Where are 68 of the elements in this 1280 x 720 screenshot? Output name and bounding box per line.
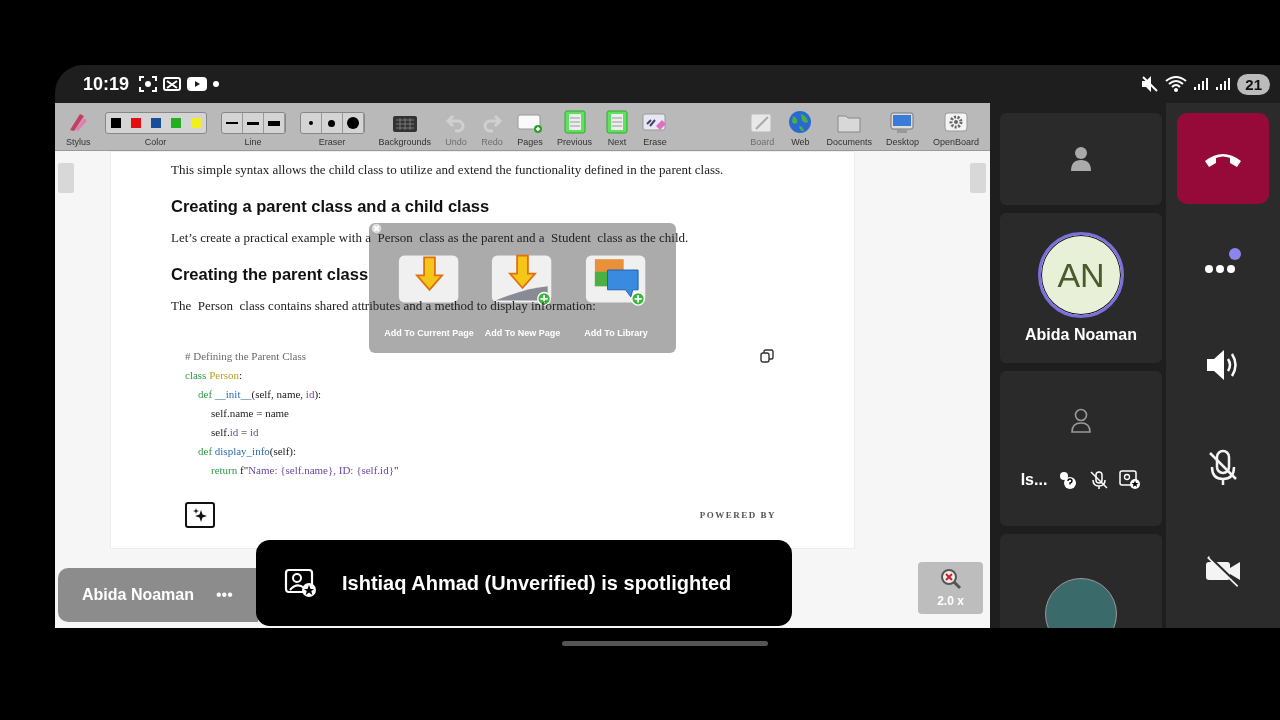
sparkle-button[interactable] — [185, 502, 215, 528]
toolbar-button[interactable]: Erase — [635, 103, 676, 150]
participant-tile[interactable]: AN Abida Noaman — [1000, 213, 1162, 363]
toolbar-button[interactable]: Desktop — [878, 103, 926, 150]
toolbar-button[interactable]: Previous — [550, 103, 600, 150]
folder-icon — [837, 112, 862, 134]
zoom-icon — [939, 568, 962, 590]
participant-tile[interactable] — [1000, 113, 1162, 205]
new-page-icon — [517, 112, 544, 134]
color-swatch[interactable] — [190, 118, 201, 128]
mute-icon — [1141, 75, 1160, 93]
participant-tile[interactable]: Is... — [1000, 371, 1162, 526]
mic-off-icon — [1089, 469, 1110, 490]
signal-icon — [1215, 76, 1232, 92]
screenshot-icon — [139, 76, 158, 92]
code-line: def display_info(self): — [198, 444, 297, 459]
signal-icon — [1193, 76, 1210, 92]
dot-icon — [213, 81, 220, 87]
toolbar-button[interactable]: Next — [599, 103, 636, 150]
eraser-icon — [642, 112, 669, 134]
toolbar-button[interactable]: Color — [97, 103, 214, 150]
toolbar-button[interactable]: OpenBoard — [925, 103, 986, 150]
section-heading: Creating a parent class and a child class — [171, 197, 491, 216]
section-heading: Creating the parent class — [171, 265, 370, 284]
toast-message: Ishtiaq Ahmad (Unverified) is spotlighted — [342, 571, 732, 595]
color-picker[interactable] — [104, 112, 207, 134]
person-icon — [1070, 146, 1092, 172]
participant-name: Is... — [1020, 470, 1048, 489]
globe-icon — [788, 110, 813, 134]
copy-icon[interactable] — [760, 349, 774, 363]
code-line: return f"Name: {self.name}, ID: {self.id}" — [211, 463, 399, 478]
page-icon — [606, 110, 629, 134]
speaker-name: Abida Noaman — [82, 586, 194, 604]
code-line: class Person: — [185, 368, 243, 383]
powered-by-label: POWERED BY — [699, 510, 776, 520]
toolbar-button[interactable]: Documents — [819, 103, 879, 150]
wifi-icon — [1165, 75, 1188, 93]
code-line: self.id = id — [211, 425, 259, 440]
toolbar-button[interactable]: Line — [213, 103, 293, 150]
gear-icon — [943, 112, 968, 134]
person-outline-icon — [1070, 407, 1092, 434]
color-swatch[interactable] — [170, 118, 181, 128]
toolbar-button[interactable]: Backgrounds — [371, 103, 439, 150]
color-swatch[interactable] — [130, 118, 141, 128]
video-play-icon — [187, 77, 208, 91]
code-line: # Defining the Parent Class — [185, 349, 306, 364]
eraser-size-picker[interactable] — [299, 112, 365, 134]
toolbar-button[interactable]: Eraser — [292, 103, 372, 150]
spotlight-icon — [1119, 469, 1142, 490]
color-swatch[interactable] — [110, 118, 121, 128]
code-line: def __init__(self, name, id): — [198, 387, 322, 402]
toolbar-button[interactable]: Pages — [510, 103, 551, 150]
spotlight-icon — [284, 568, 318, 598]
paragraph: This simple syntax allows the child class to utilize and extend the functionality defined in the parent class. — [171, 162, 724, 177]
line-width-picker[interactable] — [220, 112, 286, 134]
participant-tile[interactable] — [1000, 534, 1162, 628]
participant-name: Abida Noaman — [1025, 326, 1137, 344]
toolbar-button[interactable]: Web — [781, 103, 820, 150]
monitor-icon — [890, 112, 915, 134]
code-line: self.name = name — [211, 406, 289, 421]
battery-level: 21 — [1237, 73, 1270, 95]
initials-avatar: AN — [1038, 232, 1124, 318]
clock: 10:19 — [83, 73, 130, 95]
color-swatch[interactable] — [150, 118, 161, 128]
sparkle-icon — [193, 508, 207, 522]
page-icon — [563, 110, 586, 134]
toolbar-button[interactable]: Stylus — [59, 103, 98, 150]
grid-icon — [391, 114, 418, 134]
